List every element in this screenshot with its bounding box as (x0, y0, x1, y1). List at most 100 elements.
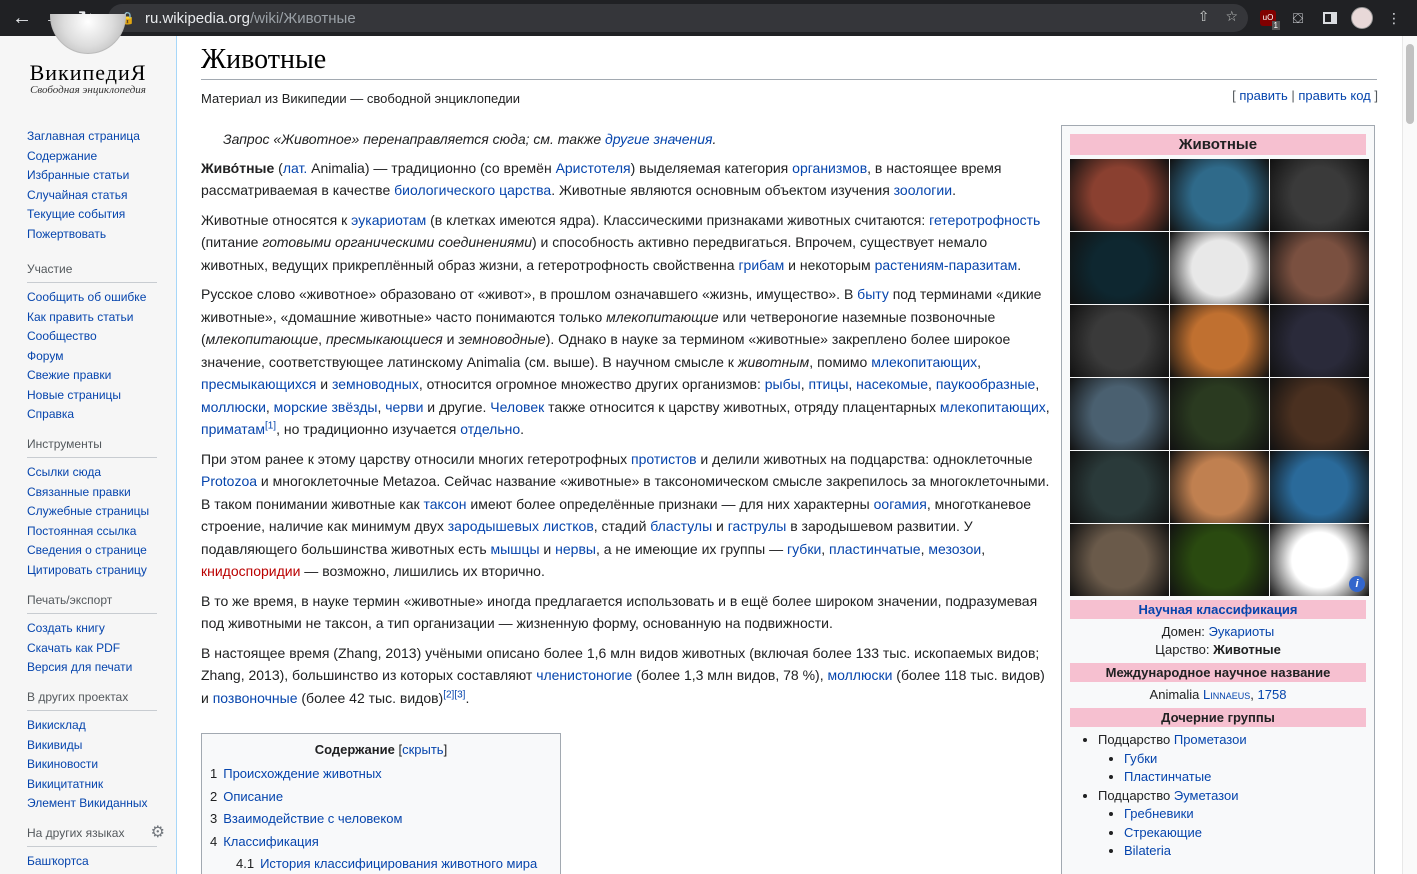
nav-main-link[interactable]: Избранные статьи (27, 168, 129, 182)
nav-print-link[interactable]: Скачать как PDF (27, 641, 120, 655)
table-of-contents: Содержание [скрыть] 1 Происхождение живот… (201, 733, 561, 874)
children-header: Дочерние группы (1070, 708, 1366, 727)
side-panel-icon[interactable] (1318, 6, 1342, 30)
nav-print-link[interactable]: Создать книгу (27, 621, 105, 635)
nav-project-link[interactable]: Элемент Викиданных (27, 796, 148, 810)
nav-project-link[interactable]: Викивиды (27, 738, 82, 752)
other-meanings-link[interactable]: другие значения (605, 131, 713, 147)
nav-participation-link[interactable]: Сообщество (27, 329, 97, 343)
snake-photo[interactable] (1070, 305, 1169, 377)
nav-participation-link[interactable]: Сообщить об ошибке (27, 290, 146, 304)
taxon-domain-row: Домен: Эукариоты (1161, 624, 1275, 639)
nav-tools-link[interactable]: Сведения о странице (27, 543, 147, 557)
nav-participation-link[interactable]: Форум (27, 349, 63, 363)
logo-tagline: Свободная энциклопедия (30, 84, 146, 96)
list-item: Подцарство Прометазои Губки Пластинчатые (1098, 731, 1366, 787)
nav-language-link[interactable]: Башҡортса (27, 854, 89, 868)
paragraph: Русское слово «животное» образовано от «… (201, 286, 1050, 437)
nav-main: Заглавная страница Содержание Избранные … (27, 127, 157, 244)
sea-slug-photo[interactable] (1270, 305, 1369, 377)
worm-photo[interactable] (1270, 232, 1369, 304)
edit-link[interactable]: править (1239, 88, 1287, 103)
crab-photo[interactable] (1070, 451, 1169, 523)
nav-tools-link[interactable]: Ссылки сюда (27, 465, 101, 479)
ublock-extension-icon[interactable]: uO 1 (1256, 6, 1280, 30)
article-body: Запрос «Животное» перенаправляется сюда;… (201, 128, 1051, 716)
participation-heading: Участие (27, 262, 157, 283)
paragraph: При этом ранее к этому царству относили … (201, 450, 1050, 580)
bookmark-star-icon[interactable]: ☆ (1225, 8, 1238, 25)
nav-participation-link[interactable]: Свежие правки (27, 368, 111, 382)
nav-participation-link[interactable]: Справка (27, 407, 74, 421)
nav-tools-link[interactable]: Постоянная ссылка (27, 524, 136, 538)
nav-main-link[interactable]: Заглавная страница (27, 129, 140, 143)
starfish-photo[interactable] (1070, 159, 1169, 231)
classification-header[interactable]: Научная классификация (1070, 600, 1366, 619)
list-item: Bilateria (1124, 842, 1366, 861)
crustacean-photo[interactable] (1070, 378, 1169, 450)
scrollbar-thumb[interactable] (1406, 44, 1414, 124)
globe-icon (50, 14, 126, 54)
nav-tools: Инструменты Ссылки сюда Связанные правки… (27, 437, 157, 580)
back-icon[interactable]: ← (6, 0, 38, 36)
animal-photo-collage[interactable]: i (1070, 159, 1369, 596)
jellyfish-photo[interactable] (1070, 232, 1169, 304)
toc-item[interactable]: 2 Описание (210, 786, 552, 809)
list-item: Подцарство Эуметазои Гребневики Стрекающ… (1098, 787, 1366, 861)
menu-kebab-icon[interactable]: ⋮ (1382, 6, 1406, 30)
nav-participation: Участие Сообщить об ошибке Как править с… (27, 262, 157, 425)
spotted-beetle-photo[interactable] (1170, 232, 1269, 304)
taxobox-title: Животные (1070, 134, 1366, 155)
nav-tools-link[interactable]: Цитировать страницу (27, 563, 147, 577)
nav-main-link[interactable]: Пожертвовать (27, 227, 106, 241)
list-item: Стрекающие (1124, 824, 1366, 843)
shrimp-photo[interactable] (1170, 378, 1269, 450)
share-icon[interactable]: ⇧ (1198, 8, 1210, 25)
toc-subitem[interactable]: 4.1 История классифицирования животного м… (210, 853, 552, 874)
sponge-coral-photo[interactable] (1170, 159, 1269, 231)
nav-participation-link[interactable]: Как править статьи (27, 310, 133, 324)
tiger-photo[interactable] (1170, 305, 1269, 377)
page-scrollbar[interactable] (1402, 36, 1417, 874)
green-slug-photo[interactable] (1170, 524, 1269, 596)
info-icon[interactable]: i (1349, 576, 1365, 592)
toc-title: Содержание [скрыть] (314, 742, 448, 757)
url-path: /wiki/Животные (250, 9, 356, 27)
toc-item[interactable]: 1 Происхождение животных (210, 763, 552, 786)
nav-project-link[interactable]: Викисклад (27, 718, 86, 732)
child-groups-list: Подцарство Прометазои Губки Пластинчатые… (1070, 731, 1366, 861)
nav-participation-link[interactable]: Новые страницы (27, 388, 121, 402)
taxobox: Животные i Научная классификация Домен: … (1061, 125, 1375, 874)
edit-source-link[interactable]: править код (1298, 88, 1370, 103)
wikipedia-logo[interactable]: ВикипедиЯ Свободная энциклопедия (0, 14, 176, 106)
profile-avatar[interactable] (1350, 6, 1374, 30)
toc-item[interactable]: 4 Классификация (210, 831, 552, 854)
gear-icon[interactable]: ⚙ (151, 822, 165, 842)
toc-item[interactable]: 3 Взаимодействие с человеком (210, 808, 552, 831)
nav-project-link[interactable]: Викицитатник (27, 777, 103, 791)
taxon-kingdom-row: Царство: Животные (1155, 642, 1281, 657)
toc-hide-link[interactable]: скрыть (402, 742, 444, 757)
nav-tools-link[interactable]: Служебные страницы (27, 504, 149, 518)
red-flatworm-photo[interactable] (1170, 451, 1269, 523)
nav-main-link[interactable]: Содержание (27, 149, 97, 163)
nav-tools-link[interactable]: Связанные правки (27, 485, 131, 499)
address-bar[interactable]: 🔒 ru.wikipedia.org/wiki/Животные ⇧ ☆ (108, 4, 1248, 32)
paragraph: Живо́тные (лат. Animalia) — традиционно … (201, 159, 1002, 199)
url-host: ru.wikipedia.org (144, 9, 251, 27)
blue-jay-photo[interactable] (1270, 451, 1369, 523)
nav-print-link[interactable]: Версия для печати (27, 660, 132, 674)
moray-eel-photo[interactable] (1270, 378, 1369, 450)
languages-heading: На других языках ⚙ (27, 824, 165, 847)
extension-badge: 1 (1271, 21, 1280, 30)
paragraph: В настоящее время (Zhang, 2013) учёными … (201, 644, 1045, 706)
jumping-spider-photo[interactable] (1070, 524, 1169, 596)
extensions-puzzle-icon[interactable]: ⛋ (1286, 6, 1310, 30)
nav-project-link[interactable]: Викиновости (27, 757, 98, 771)
nav-projects: В других проектах Викисклад Викивиды Вик… (27, 690, 157, 814)
page-title: Животные (201, 44, 327, 75)
nav-main-link[interactable]: Текущие события (27, 207, 125, 221)
cuttlefish-photo[interactable] (1270, 159, 1369, 231)
nav-main-link[interactable]: Случайная статья (27, 188, 127, 202)
edit-links: [ править | править код ] (1232, 88, 1378, 103)
